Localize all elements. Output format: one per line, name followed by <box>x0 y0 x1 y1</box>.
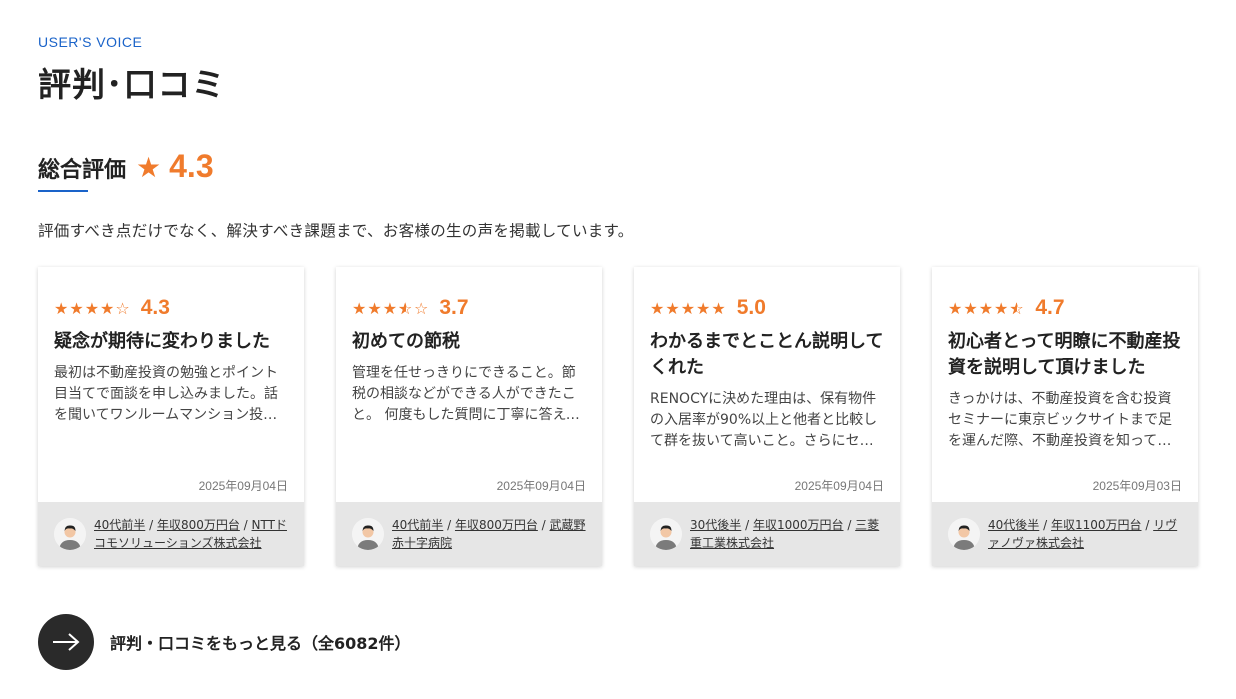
star-full-icon: ★ <box>963 298 979 318</box>
avatar <box>948 518 980 550</box>
star-half-icon: ☆★ <box>398 298 414 318</box>
review-excerpt: RENOCYに決めた理由は、保有物件の入居率が90%以上と他者と比較して群を抜い… <box>650 391 878 449</box>
review-score: 3.7 <box>439 296 469 319</box>
review-date: 2025年09月04日 <box>496 479 586 493</box>
reviewer-income-link[interactable]: 年収1100万円台 <box>1051 518 1142 532</box>
review-card[interactable]: ★ ★ ★ ★ ☆ 4.3 疑念が期待に変わりました 最初は不動産投資の勉強とポイント目… <box>38 267 304 566</box>
review-excerpt: 管理を任せっきりにできること。節税の相談などができる人ができたこと。 何度もした… <box>352 365 580 423</box>
star-full-icon: ★ <box>978 298 995 318</box>
review-cards: ★ ★ ★ ★ ☆ 4.3 疑念が期待に変わりました 最初は不動産投資の勉強とポイント目… <box>38 267 1198 566</box>
overall-rating-label: 総合評価 <box>38 158 127 183</box>
review-title[interactable]: わかるまでとことん説明してくれた <box>650 329 884 381</box>
review-card[interactable]: ★★★★☆★ 4.7 初心者とって明瞭に不動産投資を説明して頂けました きっかけ… <box>932 267 1198 566</box>
review-title[interactable]: 疑念が期待に変わりました <box>54 329 288 355</box>
reviewer-income-link[interactable]: 年収800万円台 <box>157 518 240 532</box>
overall-rating: 総合評価 ★ 4.3 <box>38 148 214 185</box>
reviewer-meta: 40代前半 / 年収800万円台 / 武蔵野赤十字病院 <box>392 518 586 550</box>
star-icon: ★ <box>136 151 162 184</box>
section-eyebrow: USER'S VOICE <box>38 34 143 50</box>
reviewer-age-link[interactable]: 40代前半 <box>392 518 443 532</box>
reviewer-income-link[interactable]: 年収800万円台 <box>455 518 538 532</box>
star-full-icon: ★ <box>382 298 399 318</box>
star-full-icon: ★ <box>948 298 964 318</box>
star-full-icon: ★ <box>54 298 70 318</box>
review-excerpt: きっかけは、不動産投資を含む投資セミナーに東京ビックサイトまで足を運んだ際、不動… <box>948 391 1172 449</box>
reviewer-income-link[interactable]: 年収1000万円台 <box>753 518 844 532</box>
review-date: 2025年09月03日 <box>1092 479 1182 493</box>
reviewer-meta: 40代後半 / 年収1100万円台 / リヴァノヴァ株式会社 <box>988 518 1178 550</box>
review-title[interactable]: 初心者とって明瞭に不動産投資を説明して頂けました <box>948 329 1182 381</box>
reviewer-age-link[interactable]: 30代後半 <box>690 518 741 532</box>
overall-underline <box>38 190 88 192</box>
review-score: 5.0 <box>736 296 766 319</box>
star-full-icon: ★ <box>367 298 383 318</box>
review-card[interactable]: ★ ★ ★ ★ ★ 5.0 わかるまでとことん説明してくれた RENOCYに決めた理由は… <box>634 267 900 566</box>
lead-text: 評価すべき点だけでなく、解決すべき課題まで、お客様の生の声を掲載しています。 <box>38 222 634 240</box>
review-score: 4.3 <box>140 296 170 319</box>
review-excerpt: 最初は不動産投資の勉強とポイント目当てで面談を申し込みました。話を聞いてワンルー… <box>54 365 278 423</box>
review-score: 4.7 <box>1035 296 1065 319</box>
overall-rating-score: 4.3 <box>169 148 214 184</box>
reviewer-age-link[interactable]: 40代後半 <box>988 518 1039 532</box>
star-full-icon: ★ <box>711 298 727 318</box>
star-full-icon: ★ <box>696 298 712 318</box>
star-half-icon: ☆★ <box>1009 298 1025 318</box>
star-empty-icon: ☆ <box>414 298 430 318</box>
star-full-icon: ★ <box>352 298 368 318</box>
review-date: 2025年09月04日 <box>198 479 288 493</box>
star-full-icon: ★ <box>84 298 101 318</box>
avatar <box>352 518 384 550</box>
star-empty-icon: ☆ <box>115 298 131 318</box>
star-full-icon: ★ <box>994 298 1010 318</box>
star-rating: ★★★★☆★ <box>948 299 1025 318</box>
avatar <box>650 518 682 550</box>
arrow-right-icon[interactable] <box>38 614 94 670</box>
review-title[interactable]: 初めての節税 <box>352 329 586 355</box>
star-rating: ★ ★ ★ ★ ☆ <box>54 299 131 318</box>
review-date: 2025年09月04日 <box>794 479 884 493</box>
star-rating: ★★★☆★☆ <box>352 299 429 318</box>
star-full-icon: ★ <box>100 298 116 318</box>
review-card[interactable]: ★★★☆★☆ 3.7 初めての節税 管理を任せっきりにできること。節税の相談など… <box>336 267 602 566</box>
star-rating: ★ ★ ★ ★ ★ <box>650 299 727 318</box>
reviewer-age-link[interactable]: 40代前半 <box>94 518 145 532</box>
star-full-icon: ★ <box>650 298 666 318</box>
reviewer-meta: 30代後半 / 年収1000万円台 / 三菱重工業株式会社 <box>690 518 880 550</box>
star-full-icon: ★ <box>69 298 85 318</box>
page-title: 評判･口コミ <box>38 65 226 104</box>
more-reviews-link[interactable]: 評判・口コミをもっと見る（全6082件） <box>38 614 411 670</box>
more-reviews-label[interactable]: 評判・口コミをもっと見る（全6082件） <box>110 630 411 654</box>
avatar <box>54 518 86 550</box>
star-full-icon: ★ <box>680 298 697 318</box>
star-full-icon: ★ <box>665 298 681 318</box>
reviewer-meta: 40代前半 / 年収800万円台 / NTTドコモソリューションズ株式会社 <box>94 518 287 550</box>
